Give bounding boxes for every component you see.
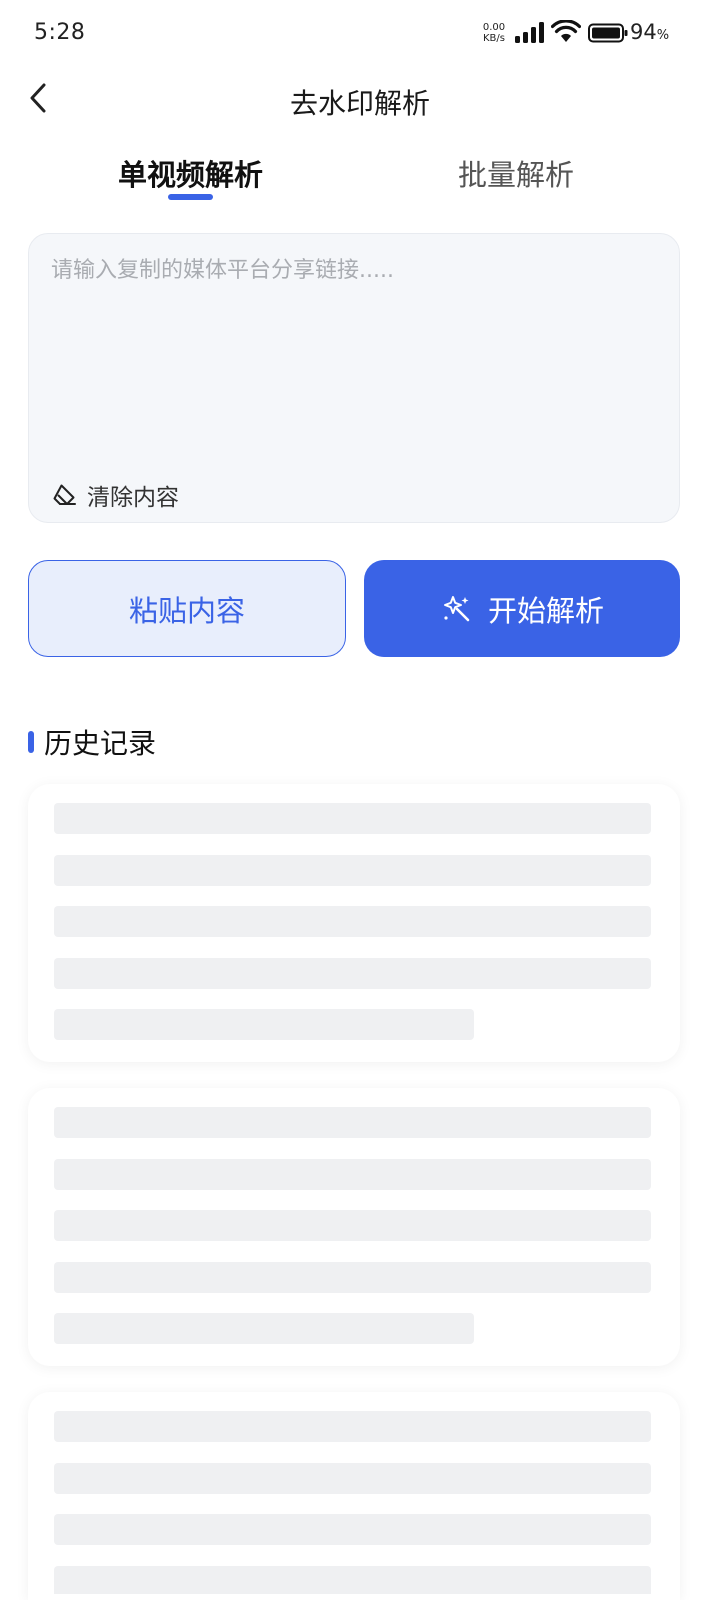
link-input-card: 清除内容 (28, 233, 680, 523)
network-speed: 0.00 KB/s (478, 22, 510, 44)
navigation-bar: 去水印解析 (0, 66, 720, 130)
skeleton-line (54, 1566, 651, 1594)
tab-batch[interactable]: 批量解析 (458, 152, 578, 194)
skeleton-line (54, 1411, 651, 1442)
paste-content-label: 粘贴内容 (128, 593, 245, 628)
paste-content-button[interactable]: 粘贴内容 (28, 560, 346, 657)
eraser-icon (53, 484, 76, 505)
magic-wand-icon (443, 595, 470, 621)
skeleton-line (54, 1313, 474, 1344)
network-speed-unit: KB/s (483, 33, 505, 44)
history-title: 历史记录 (44, 727, 157, 760)
battery-level-value: 94 (630, 20, 657, 44)
skeleton-line (54, 1262, 651, 1293)
start-parse-button[interactable]: 开始解析 (364, 560, 680, 657)
skeleton-line (54, 1210, 651, 1241)
skeleton-line (54, 906, 651, 937)
skeleton-line (54, 855, 651, 886)
tab-single-video[interactable]: 单视频解析 (118, 152, 264, 194)
skeleton-line (54, 1107, 651, 1138)
skeleton-line (54, 958, 651, 989)
battery-level-unit: % (656, 28, 670, 43)
network-speed-value: 0.00 (482, 22, 506, 33)
clear-content-label: 清除内容 (87, 485, 179, 511)
skeleton-line (54, 803, 651, 834)
battery-level: 94% (630, 20, 669, 44)
tab-bar: 单视频解析 批量解析 (0, 138, 720, 208)
skeleton-line (54, 1463, 651, 1494)
active-tab-indicator (168, 194, 213, 200)
history-skeleton-card (28, 784, 680, 1062)
history-header: 历史记录 (28, 722, 156, 762)
clear-content-button[interactable]: 清除内容 (51, 478, 179, 512)
battery-icon (588, 23, 628, 43)
history-skeleton-card (28, 1392, 680, 1600)
skeleton-line (54, 1514, 651, 1545)
wifi-icon (551, 20, 581, 42)
share-link-input[interactable] (51, 252, 651, 462)
page-title: 去水印解析 (289, 87, 430, 120)
status-time: 5:28 (34, 20, 86, 45)
history-skeleton-card (28, 1088, 680, 1366)
skeleton-line (54, 1009, 474, 1040)
status-bar: 5:28 0.00 KB/s 94% (0, 0, 720, 66)
signal-icon (515, 22, 544, 43)
skeleton-line (54, 1159, 651, 1190)
section-marker (28, 731, 34, 753)
start-parse-label: 开始解析 (487, 593, 604, 628)
